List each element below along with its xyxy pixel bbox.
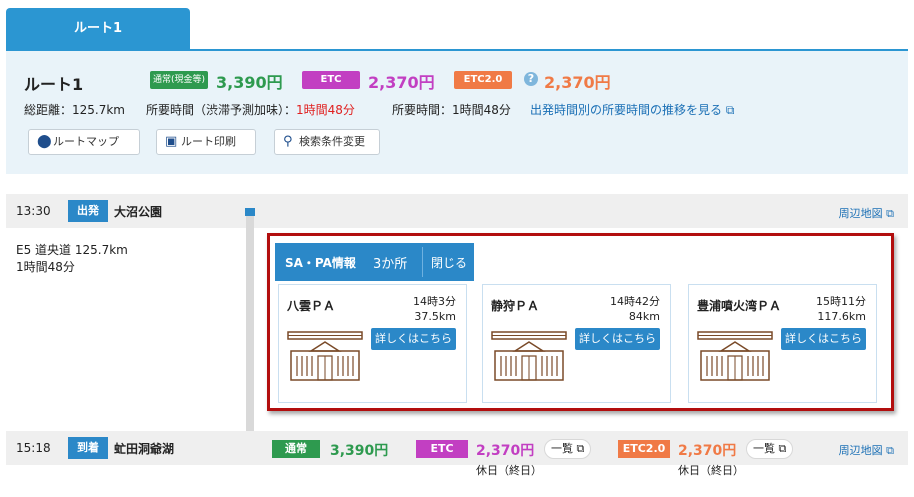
sapa-detail-button[interactable]: 詳しくはこちら — [781, 328, 866, 350]
etc2-list-link[interactable]: 一覧 ⧉ — [746, 439, 794, 459]
route-map-button[interactable]: ⬤ ルートマップ — [28, 129, 140, 155]
arrival-etc-label: ETC — [416, 440, 468, 458]
route-print-button-label: ルート印刷 — [181, 135, 236, 148]
change-search-button[interactable]: ⚲ 検索条件変更 — [274, 129, 380, 155]
sapa-eta: 14時42分 84km — [610, 294, 660, 324]
sapa-card: 八雲ＰＡ 14時3分 37.5km 詳しくはこちら — [278, 284, 467, 403]
arrival-tag: 到着 — [68, 437, 108, 459]
route-summary: ルート1 通常(現金等) 3,390円 ETC 2,370円 ETC2.0 ? … — [6, 51, 908, 174]
sapa-name: 静狩ＰＡ — [491, 299, 540, 313]
sapa-distance: 117.6km — [817, 310, 866, 323]
sapa-time: 15時11分 — [816, 295, 866, 308]
time-trend-link-label: 出発時間別の所要時間の推移を見る — [530, 103, 723, 117]
departure-map-link[interactable]: 周辺地図 ⧉ — [839, 205, 894, 221]
predicted-time-value: 1時間48分 — [296, 103, 355, 117]
etc-list-link[interactable]: 一覧 ⧉ — [544, 439, 592, 459]
departure-place: 大沼公園 — [114, 205, 163, 219]
arrival-place: 虻田洞爺湖 — [114, 442, 175, 456]
etc-fare-badge: ETC — [302, 71, 360, 89]
sapa-name: 八雲ＰＡ — [287, 299, 336, 313]
route-map-button-label: ルートマップ — [53, 135, 119, 148]
departure-map-link-label: 周辺地図 — [838, 207, 883, 220]
time-trend-link[interactable]: 出発時間別の所要時間の推移を見る ⧉ — [530, 101, 734, 118]
search-icon: ⚲ — [283, 134, 293, 149]
departure-row: 13:30 出発 大沼公園 周辺地図 ⧉ — [6, 194, 908, 228]
sapa-count: 3か所 — [373, 257, 408, 272]
sapa-detail-button[interactable]: 詳しくはこちら — [575, 328, 660, 350]
etc2-fare-badge: ETC2.0 — [454, 71, 512, 89]
tab-route-1[interactable]: ルート1 — [6, 8, 190, 50]
timeline-start-marker — [245, 208, 255, 216]
road-duration: 1時間48分 — [16, 260, 75, 274]
etc2-holiday-note: 休日（終日） — [678, 464, 744, 477]
sapa-time: 14時42分 — [610, 295, 660, 308]
predicted-time-label: 所要時間（渋滞予測加味）： — [146, 103, 297, 117]
external-link-icon: ⧉ — [725, 103, 735, 117]
help-icon[interactable]: ? — [524, 72, 538, 86]
arrival-normal-price: 3,390円 — [330, 443, 389, 459]
sapa-header: SA・PA情報 3か所 閉じる — [275, 243, 474, 281]
sapa-distance: 37.5km — [414, 310, 456, 323]
predicted-time: 所要時間（渋滞予測加味）：1時間48分 — [146, 101, 355, 118]
map-pin-icon: ⬤ — [37, 134, 52, 149]
sapa-card: 豊浦噴火湾ＰＡ 15時11分 117.6km 詳しくはこちら — [688, 284, 877, 403]
departure-time: 13:30 — [16, 204, 51, 218]
parking-area-building-icon — [697, 331, 773, 381]
route-print-button[interactable]: ▣ ルート印刷 — [156, 129, 256, 155]
total-distance: 総距離：125.7km — [24, 103, 125, 117]
road-name-distance: E5 道央道 125.7km — [16, 243, 128, 257]
sapa-title: SA・PA情報 — [285, 256, 356, 270]
arrival-time: 15:18 — [16, 441, 51, 455]
sapa-eta: 14時3分 37.5km — [413, 294, 456, 324]
route-title: ルート1 — [24, 75, 84, 94]
road-segment: E5 道央道 125.7km 1時間48分 — [16, 242, 128, 276]
printer-icon: ▣ — [165, 134, 178, 149]
departure-tag: 出発 — [68, 200, 108, 222]
etc-fare-price: 2,370円 — [368, 73, 435, 92]
arrival-etc2-price: 2,370円 — [678, 443, 737, 459]
sapa-detail-button[interactable]: 詳しくはこちら — [371, 328, 456, 350]
sapa-card: 静狩ＰＡ 14時42分 84km 詳しくはこちら — [482, 284, 671, 403]
sapa-distance: 84km — [628, 310, 660, 323]
arrival-etc2-label: ETC2.0 — [618, 440, 670, 458]
arrival-normal-label: 通常 — [272, 440, 320, 458]
etc2-list-label: 一覧 — [753, 442, 775, 455]
etc2-fare-price: 2,370円 — [544, 73, 611, 92]
normal-fare-badge: 通常(現金等) — [150, 71, 208, 89]
change-search-button-label: 検索条件変更 — [299, 135, 365, 148]
arrival-map-link-label: 周辺地図 — [838, 444, 883, 457]
sapa-eta: 15時11分 117.6km — [816, 294, 866, 324]
sapa-name: 豊浦噴火湾ＰＡ — [697, 299, 782, 313]
sapa-time: 14時3分 — [413, 295, 456, 308]
normal-fare-price: 3,390円 — [216, 73, 283, 92]
arrival-map-link[interactable]: 周辺地図 ⧉ — [839, 442, 894, 458]
arrival-etc-price: 2,370円 — [476, 443, 535, 459]
required-time: 所要時間：1時間48分 — [392, 103, 511, 117]
route-timeline — [246, 214, 254, 444]
etc-list-label: 一覧 — [551, 442, 573, 455]
parking-area-building-icon — [287, 331, 363, 381]
sapa-close-button[interactable]: 閉じる — [431, 254, 467, 271]
parking-area-building-icon — [491, 331, 567, 381]
sapa-divider — [422, 247, 423, 277]
etc-holiday-note: 休日（終日） — [476, 464, 542, 477]
